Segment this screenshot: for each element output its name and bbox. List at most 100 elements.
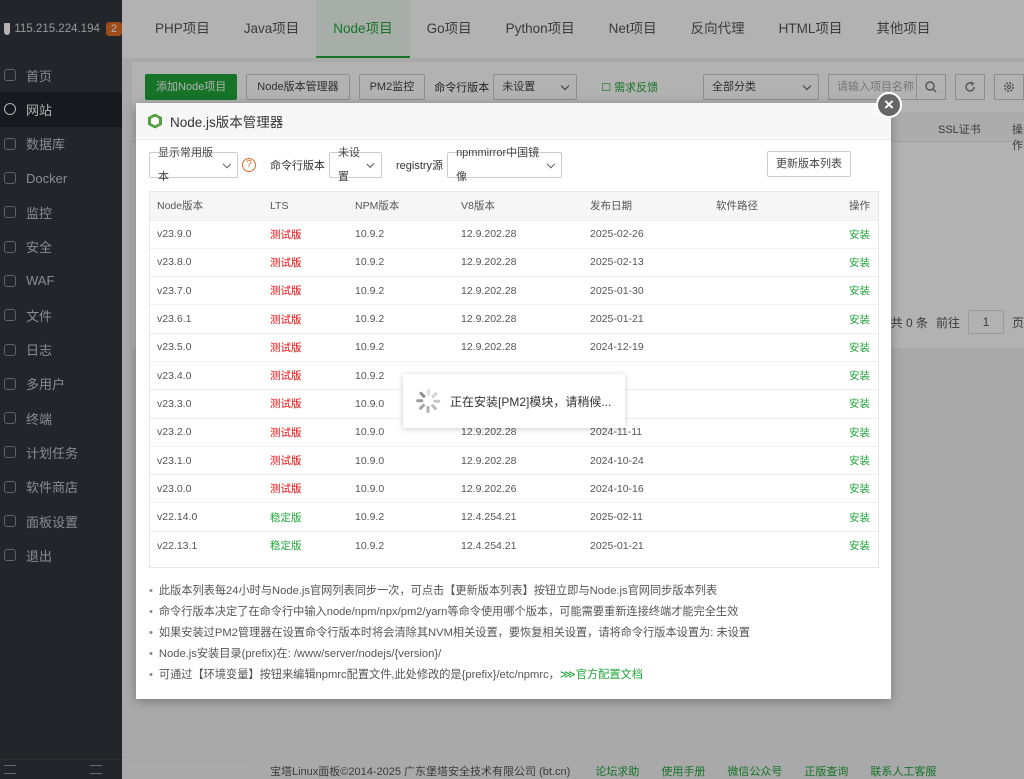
install-button[interactable]: 安装 (849, 257, 870, 269)
operation-cell: 安装 (819, 475, 878, 503)
install-button[interactable]: 安装 (849, 512, 870, 524)
note-text: Node.js安装目录(prefix)在: /www/server/nodejs… (158, 648, 442, 660)
version-filter-select[interactable]: 显示常用版本 (149, 147, 238, 183)
npm-version-cell: 10.9.2 (355, 539, 385, 552)
install-path-cell (709, 475, 819, 503)
install-path-cell (709, 418, 819, 446)
dialog-title: Node.js版本管理器 (170, 115, 284, 130)
operation-cell: 安装 (819, 418, 878, 446)
node-version-cell: v23.9.0 (157, 228, 192, 241)
node-version-cell: v22.14.0 (157, 511, 198, 524)
nodejs-icon (148, 113, 162, 129)
operation-cell: 安装 (819, 390, 878, 418)
spinner-bar (418, 403, 426, 411)
column-header: NPM版本 (355, 200, 400, 213)
release-date-cell: 2025-02-11 (590, 511, 643, 524)
install-path-cell (709, 305, 819, 333)
note-item: 命令行版本决定了在命令行中输入node/npm/npx/pm2/yarn等命令使… (149, 602, 750, 623)
registry-value: npmmirror中国镜像 (456, 147, 540, 183)
node-version-cell: v23.2.0 (157, 426, 192, 439)
npm-version-cell: 10.9.2 (355, 284, 385, 297)
note-item: 如果安装过PM2管理器在设置命令行版本时将会清除其NVM相关设置，要恢复相关设置… (149, 623, 750, 644)
note-text: 命令行版本决定了在命令行中输入node/npm/npx/pm2/yarn等命令使… (158, 606, 739, 618)
chevron-down-icon (546, 159, 555, 168)
operation-cell: 安装 (819, 277, 878, 305)
column-header: LTS (270, 199, 289, 212)
operation-cell: 安装 (819, 220, 878, 248)
spinner-icon (416, 389, 441, 413)
table-header-row: Node版本 LTS NPM版本 V8版本 发布日期 软件路径 操作 (150, 192, 878, 220)
table-row: v23.8.0 测试版 10.9.2 12.9.202.28 2025-02-13 安装 (150, 248, 878, 276)
table-row: v23.0.0 测试版 10.9.0 12.9.202.26 2024-10-16 安装 (150, 474, 878, 503)
node-version-cell: v23.0.0 (157, 482, 192, 495)
dialog-cli-version-label: 命令行版本 (270, 160, 325, 172)
release-date-cell: 2024-10-16 (590, 482, 644, 495)
install-button[interactable]: 安装 (849, 398, 870, 410)
update-version-list-button[interactable]: 更新版本列表 (767, 151, 851, 177)
column-header: 发布日期 (590, 200, 632, 213)
lts-cell: 测试版 (270, 256, 302, 269)
install-button[interactable]: 安装 (849, 229, 870, 241)
v8-version-cell: 12.9.202.28 (461, 256, 517, 269)
dialog-cli-version-value: 未设置 (338, 147, 360, 183)
install-path-cell (709, 220, 819, 248)
operation-cell: 安装 (819, 248, 878, 276)
lts-cell: 稳定版 (270, 511, 302, 524)
npm-version-cell: 10.9.2 (355, 256, 385, 269)
official-config-doc-link[interactable]: ⋙官方配置文档 (560, 669, 643, 681)
registry-label: registry源 (396, 160, 444, 172)
npm-version-cell: 10.9.2 (355, 313, 385, 326)
v8-version-cell: 12.9.202.28 (461, 341, 517, 354)
loading-message: 正在安装[PM2]模块，请稍候... (450, 394, 612, 409)
help-icon[interactable]: ? (242, 158, 256, 172)
v8-version-cell: 12.4.254.21 (461, 539, 517, 552)
operation-cell: 安装 (819, 333, 878, 361)
registry-select[interactable]: npmmirror中国镜像 (447, 147, 563, 183)
v8-version-cell: 12.4.254.21 (461, 511, 517, 524)
note-text: 此版本列表每24小时与Node.js官网列表同步一次，可点击【更新版本列表】按钮… (158, 585, 718, 597)
lts-cell: 测试版 (270, 313, 302, 326)
install-path-cell (709, 503, 819, 531)
install-button[interactable]: 安装 (849, 370, 870, 382)
lts-cell: 测试版 (270, 285, 302, 298)
note-text: 如果安装过PM2管理器在设置命令行版本时将会清除其NVM相关设置，要恢复相关设置… (158, 627, 751, 639)
operation-cell: 安装 (819, 503, 878, 531)
lts-cell: 测试版 (270, 426, 302, 439)
spinner-bar (418, 391, 426, 399)
release-date-cell: 2025-01-30 (590, 284, 644, 297)
dialog-toolbar: 显示常用版本 ? 命令行版本 未设置 registry源 npmmirror中国… (149, 147, 851, 183)
install-button[interactable]: 安装 (849, 455, 870, 467)
install-path-cell (709, 248, 819, 276)
table-row: v22.14.0 稳定版 10.9.2 12.4.254.21 2025-02-11 安装 (150, 502, 878, 531)
spinner-bar (433, 399, 441, 403)
install-path-cell (709, 531, 819, 559)
close-dialog-button[interactable]: × (876, 92, 902, 118)
operation-cell: 安装 (819, 531, 878, 559)
dialog-title-bar: Node.js版本管理器 (136, 103, 891, 140)
release-date-cell: 2025-01-21 (590, 539, 644, 552)
lts-cell: 测试版 (270, 370, 302, 383)
release-date-cell: 2024-10-24 (590, 454, 644, 467)
release-date-cell: 2024-12-19 (590, 341, 644, 354)
install-button[interactable]: 安装 (849, 285, 870, 297)
install-button[interactable]: 安装 (849, 314, 870, 326)
column-header: 操作 (849, 200, 870, 213)
v8-version-cell: 12.9.202.28 (461, 454, 517, 467)
note-item: Node.js安装目录(prefix)在: /www/server/nodejs… (149, 644, 750, 665)
install-button[interactable]: 安装 (849, 427, 870, 439)
spinner-bar (430, 391, 438, 399)
operation-cell: 安装 (819, 305, 878, 333)
install-button[interactable]: 安装 (849, 483, 870, 495)
npm-version-cell: 10.9.2 (355, 228, 385, 241)
install-button[interactable]: 安装 (849, 540, 870, 552)
v8-version-cell: 12.9.202.28 (461, 228, 517, 241)
install-path-cell (709, 446, 819, 474)
lts-cell: 稳定版 (270, 540, 302, 553)
v8-version-cell: 12.9.202.28 (461, 284, 517, 297)
node-version-cell: v22.13.1 (157, 539, 198, 552)
dialog-cli-version-select[interactable]: 未设置 (329, 147, 382, 183)
table-row: v23.1.0 测试版 10.9.0 12.9.202.28 2024-10-24 安装 (150, 446, 878, 474)
spinner-bar (427, 389, 430, 396)
install-button[interactable]: 安装 (849, 342, 870, 354)
lts-cell: 测试版 (270, 483, 302, 496)
